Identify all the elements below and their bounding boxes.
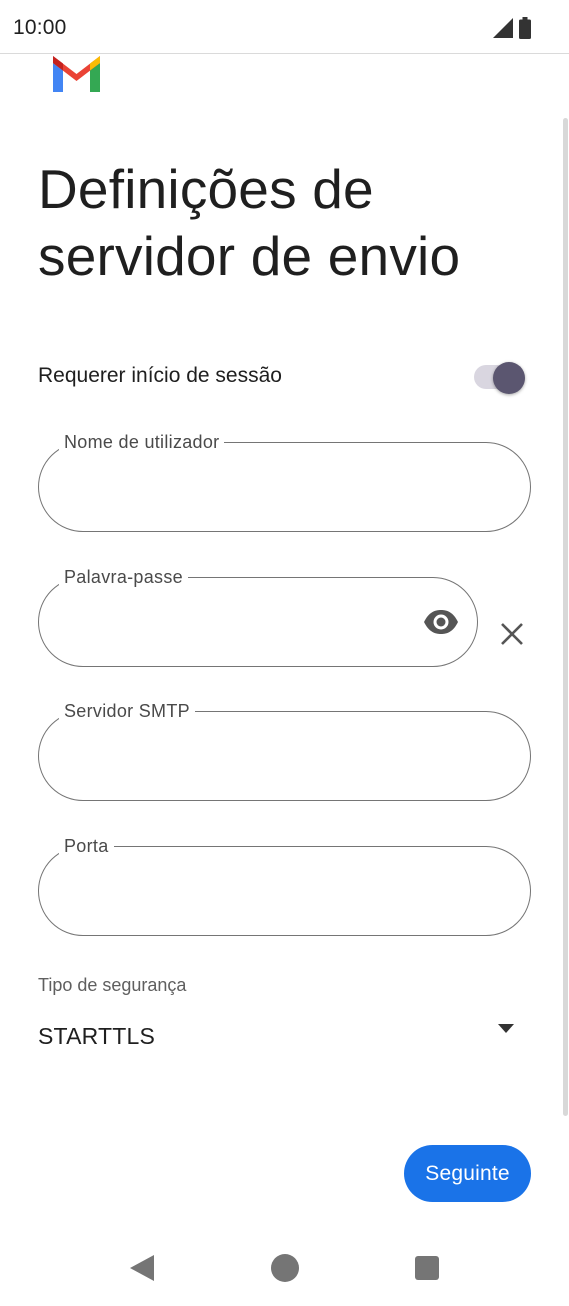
show-password-eye-icon[interactable] (423, 608, 459, 636)
screen: 10:00 Definições de servidor de envio Re… (0, 0, 569, 1306)
port-label: Porta (59, 835, 114, 857)
toggle-thumb (493, 362, 525, 394)
port-field[interactable]: Porta (38, 835, 531, 936)
status-time: 10:00 (13, 16, 67, 39)
username-field[interactable]: Nome de utilizador (38, 431, 531, 532)
smtp-server-field[interactable]: Servidor SMTP (38, 700, 531, 801)
battery-icon (519, 17, 531, 39)
security-type-value: STARTTLS (38, 1023, 156, 1049)
gmail-logo-icon (53, 56, 100, 92)
chevron-down-icon (498, 1024, 514, 1033)
username-label: Nome de utilizador (59, 431, 225, 453)
page-title: Definições de servidor de envio (38, 158, 461, 287)
security-type-label: Tipo de segurança (38, 975, 187, 995)
smtp-server-label: Servidor SMTP (59, 700, 195, 722)
back-icon[interactable] (128, 1254, 156, 1282)
status-icons (493, 17, 531, 39)
security-type-select[interactable]: STARTTLS (38, 1015, 528, 1059)
require-login-label: Requerer início de sessão (38, 364, 282, 387)
close-icon[interactable] (499, 621, 525, 647)
password-field[interactable]: Palavra-passe (38, 566, 478, 667)
next-button[interactable]: Seguinte (404, 1145, 531, 1202)
home-icon[interactable] (271, 1254, 299, 1282)
password-label: Palavra-passe (59, 566, 188, 588)
signal-icon (493, 18, 513, 38)
status-bar: 10:00 (0, 0, 569, 54)
require-login-toggle[interactable] (474, 362, 528, 394)
scrollbar[interactable] (563, 118, 568, 1116)
recents-icon[interactable] (415, 1256, 439, 1280)
